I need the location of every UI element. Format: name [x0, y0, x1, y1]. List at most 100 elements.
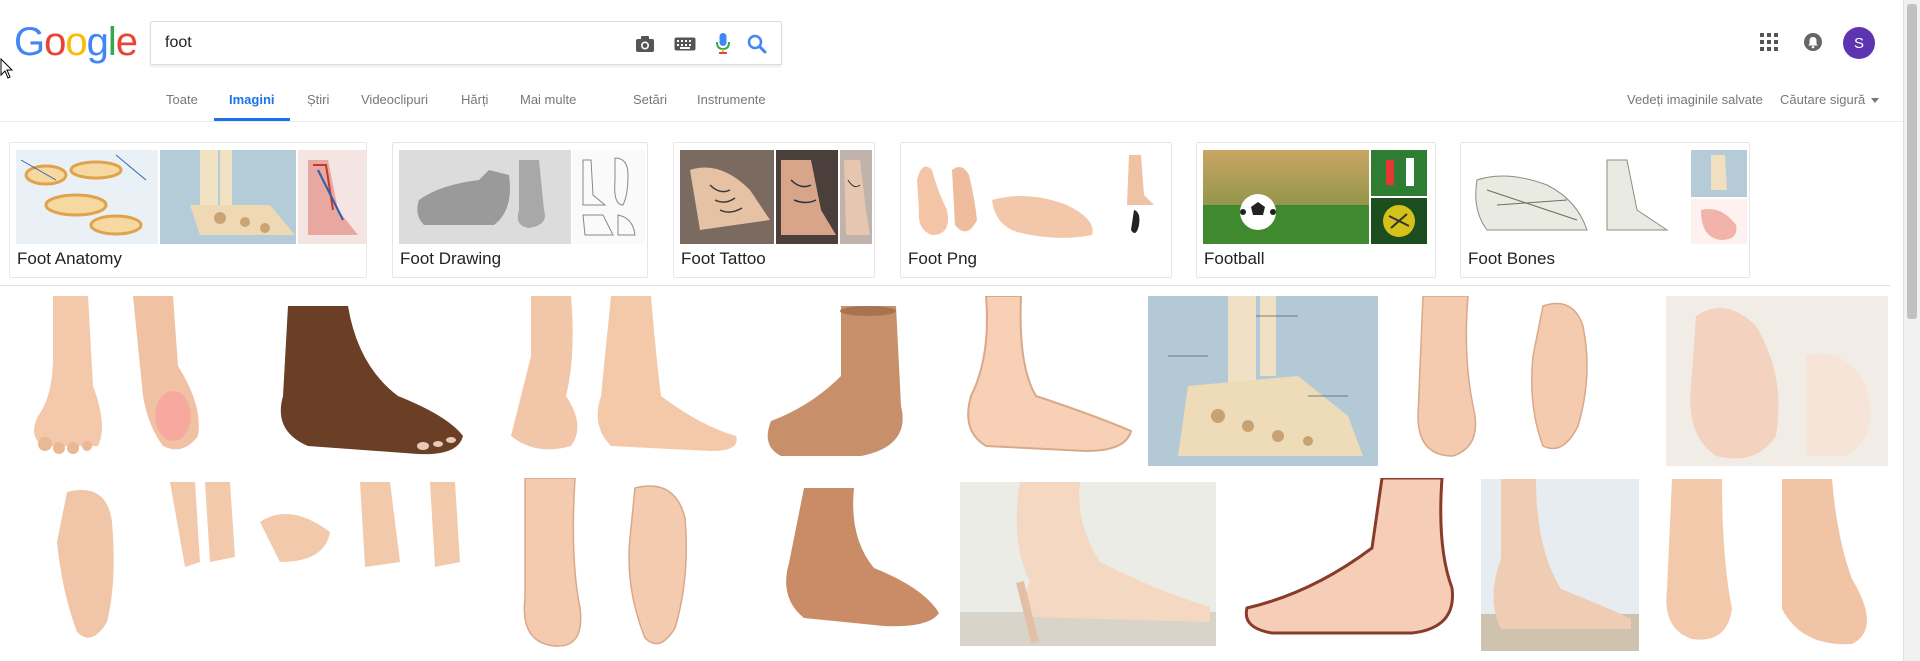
thumbnail-image	[840, 150, 872, 244]
thumbnail-image	[160, 150, 296, 244]
safe-search-label: Căutare sigură	[1780, 92, 1866, 107]
tab-instrumente[interactable]: Instrumente	[697, 92, 766, 107]
google-logo[interactable]: Google	[14, 20, 138, 64]
suggestion-label: Foot Drawing	[400, 249, 502, 268]
camera-icon[interactable]	[633, 32, 657, 56]
search-input[interactable]	[165, 30, 605, 56]
caret-down-icon	[1870, 98, 1879, 104]
image-result[interactable]	[764, 488, 942, 632]
image-result[interactable]	[1666, 296, 1888, 466]
chip-thumbnails	[1467, 150, 1747, 244]
microphone-icon[interactable]	[711, 32, 735, 56]
search-icon[interactable]	[745, 32, 769, 56]
keyboard-icon[interactable]	[673, 32, 697, 56]
suggestion-chip[interactable]: Foot Bones	[1460, 142, 1750, 278]
thumbnail-image	[298, 150, 366, 244]
image-result[interactable]	[960, 482, 1216, 646]
image-result[interactable]	[1232, 478, 1464, 646]
suggestion-chip[interactable]: Football	[1196, 142, 1436, 278]
result-image	[1652, 479, 1888, 651]
logo-letter: e	[115, 20, 138, 64]
image-result[interactable]	[248, 306, 480, 458]
result-image	[150, 482, 480, 632]
image-result[interactable]	[1393, 296, 1659, 466]
suggestion-label: Foot Anatomy	[17, 249, 122, 268]
result-image	[1481, 479, 1639, 651]
thumbnail-image	[1109, 150, 1159, 244]
tab-imagini[interactable]: Imagini	[229, 92, 275, 107]
image-result[interactable]	[1652, 479, 1888, 651]
mouse-cursor-icon	[0, 58, 14, 79]
vertical-scrollbar[interactable]	[1903, 0, 1920, 661]
result-image	[960, 482, 1216, 646]
suggestion-chip[interactable]: Foot Png	[900, 142, 1172, 278]
image-result[interactable]	[761, 306, 933, 466]
thumbnail-image	[16, 150, 158, 244]
tab-stiri[interactable]: Știri	[307, 92, 329, 107]
active-tab-indicator	[214, 118, 290, 121]
thumbnail-image	[1371, 150, 1427, 244]
chip-thumbnails	[907, 150, 1159, 244]
thumbnail-image	[1203, 150, 1369, 244]
suggestion-chip[interactable]: Foot Tattoo	[673, 142, 875, 278]
thumbnail-image	[399, 150, 571, 244]
result-image	[13, 296, 233, 466]
search-tabs: Toate Imagini Știri Videoclipuri Hărți M…	[0, 84, 1920, 122]
logo-letter: G	[14, 20, 45, 64]
thumbnail-image	[1691, 150, 1747, 244]
result-image	[491, 296, 749, 466]
suggestion-chip[interactable]: Foot Drawing	[392, 142, 648, 278]
tab-setari[interactable]: Setări	[633, 92, 667, 107]
section-divider	[0, 285, 1890, 286]
logo-letter: o	[65, 20, 87, 64]
chip-thumbnails	[399, 150, 645, 244]
image-result[interactable]	[1481, 479, 1639, 651]
tab-videoclipuri[interactable]: Videoclipuri	[361, 92, 428, 107]
image-result[interactable]	[13, 296, 233, 466]
suggestion-chip[interactable]: Foot Anatomy	[9, 142, 367, 278]
search-box	[150, 21, 782, 65]
suggestion-label: Foot Tattoo	[681, 249, 766, 268]
chip-thumbnails	[1203, 150, 1427, 244]
apps-grid-icon[interactable]	[1755, 28, 1783, 56]
chip-thumbnails	[680, 150, 872, 244]
suggestion-label: Foot Bones	[1468, 249, 1555, 268]
thumbnail-image	[1467, 150, 1689, 244]
suggestion-label: Foot Png	[908, 249, 977, 268]
related-searches-strip: Foot Anatomy Foot Drawing Foot Tattoo Fo…	[0, 142, 1890, 278]
suggestion-label: Football	[1204, 249, 1265, 268]
image-result[interactable]	[1148, 296, 1378, 466]
result-image	[764, 488, 942, 632]
app-root: Google S Toate Imagini	[0, 0, 1920, 661]
image-result[interactable]	[505, 478, 751, 652]
notifications-icon[interactable]	[1799, 28, 1827, 56]
result-image	[1232, 478, 1464, 646]
thumbnail-image	[680, 150, 774, 244]
image-result[interactable]	[491, 296, 749, 466]
thumbnail-image	[907, 150, 1107, 244]
tab-toate[interactable]: Toate	[166, 92, 198, 107]
image-result[interactable]	[946, 296, 1134, 466]
image-result[interactable]	[150, 482, 480, 632]
result-image	[1148, 296, 1378, 466]
safe-search-menu[interactable]: Căutare sigură	[1780, 92, 1879, 107]
result-image	[946, 296, 1134, 466]
tab-harti[interactable]: Hărți	[461, 92, 488, 107]
logo-letter: g	[86, 20, 109, 64]
result-image	[27, 482, 141, 642]
chip-thumbnails	[16, 150, 366, 244]
logo-letter: l	[107, 20, 117, 64]
saved-images-link[interactable]: Vedeți imaginile salvate	[1627, 92, 1763, 107]
result-image	[505, 478, 751, 652]
thumbnail-image	[776, 150, 838, 244]
result-image	[761, 306, 933, 466]
account-avatar[interactable]: S	[1843, 27, 1875, 59]
result-image	[1666, 296, 1888, 466]
logo-letter: o	[44, 20, 66, 64]
thumbnail-image	[573, 150, 645, 244]
result-image	[1393, 296, 1659, 466]
scrollbar-thumb[interactable]	[1907, 4, 1917, 319]
result-image	[248, 306, 480, 458]
tab-mai-multe[interactable]: Mai multe	[520, 92, 576, 107]
image-result[interactable]	[27, 482, 141, 642]
